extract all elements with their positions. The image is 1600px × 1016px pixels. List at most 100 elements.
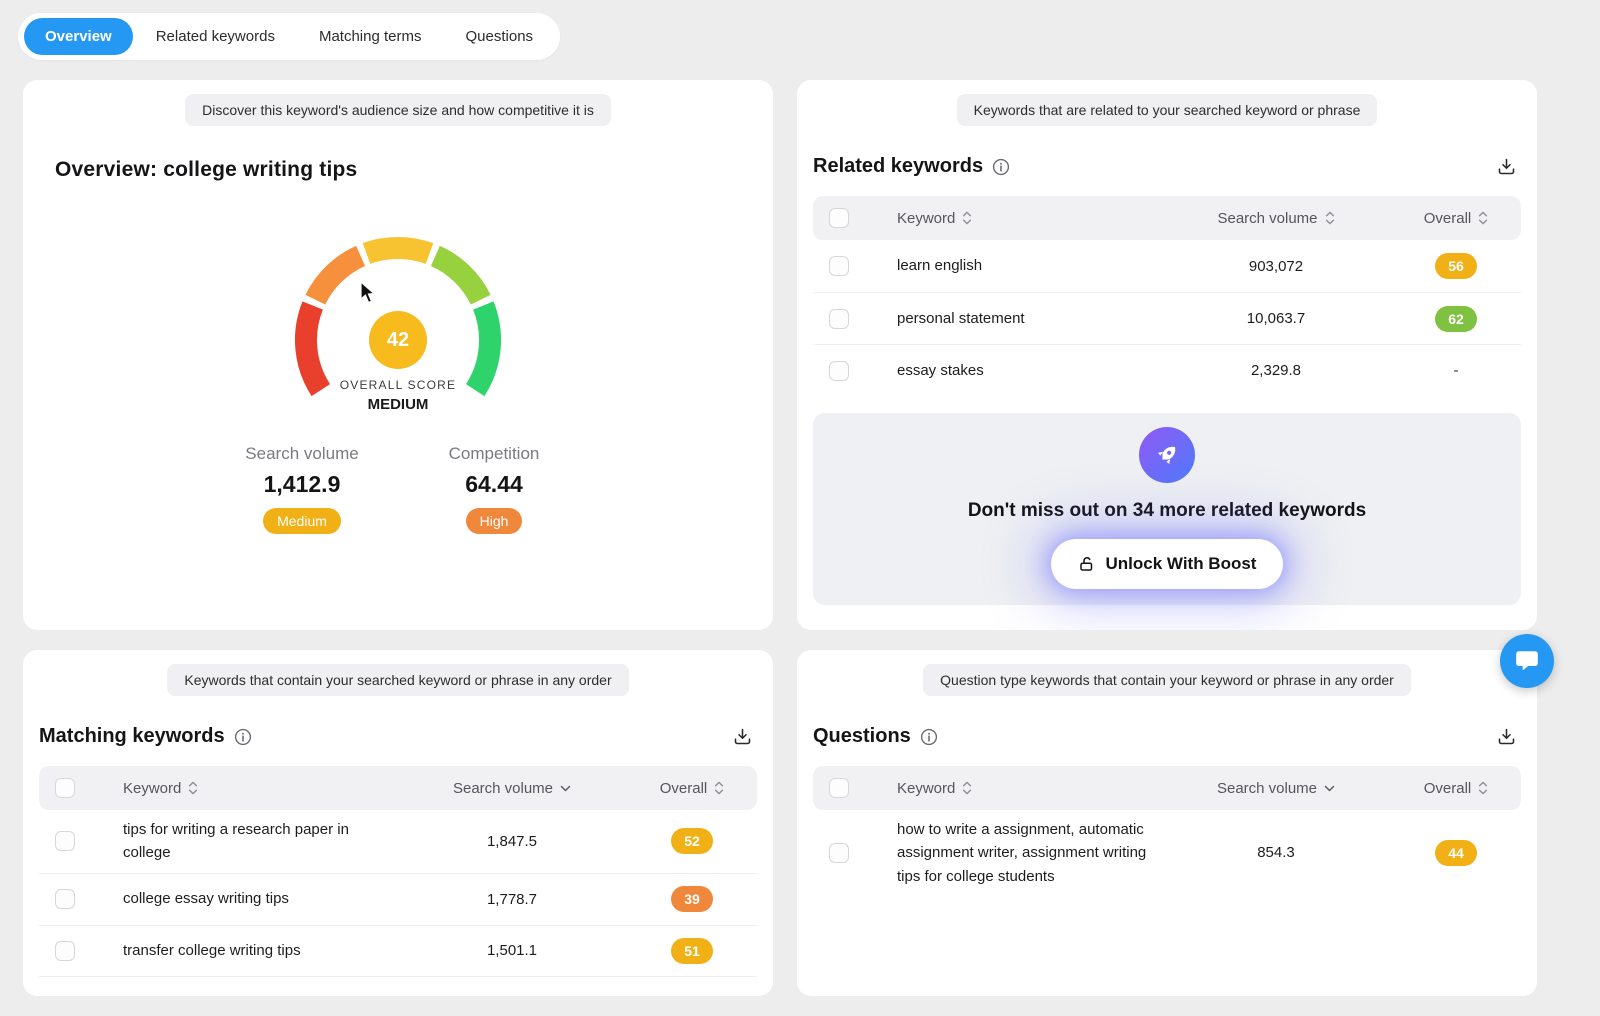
search-volume-cell: 2,329.8 [1161, 362, 1391, 379]
download-icon[interactable] [728, 722, 757, 751]
row-checkbox[interactable] [829, 256, 849, 276]
column-header-keyword[interactable]: Keyword [123, 780, 198, 797]
search-volume-cell: 1,501.1 [397, 942, 627, 959]
matching-keywords-table: Keyword Search volume Overall tips for w… [39, 766, 757, 977]
row-checkbox[interactable] [829, 843, 849, 863]
table-header-row: Keyword Search volume Overall [813, 196, 1521, 240]
keyword-cell: personal statement [881, 307, 1161, 330]
questions-card-hint: Question type keywords that contain your… [923, 664, 1411, 696]
overall-score-pill: 62 [1435, 306, 1477, 332]
overall-score-empty: - [1454, 362, 1459, 379]
sort-desc-icon [560, 785, 571, 792]
search-volume-cell: 1,778.7 [397, 891, 627, 908]
boost-upsell-panel: Don't miss out on 34 more related keywor… [813, 413, 1521, 605]
info-icon[interactable] [234, 728, 252, 746]
row-checkbox[interactable] [55, 889, 75, 909]
select-all-checkbox[interactable] [829, 208, 849, 228]
related-card-title: Related keywords [813, 155, 983, 178]
competition-label: Competition [429, 444, 559, 464]
related-card-hint: Keywords that are related to your search… [957, 94, 1378, 126]
related-keywords-table: Keyword Search volume Overall learn engl… [813, 196, 1521, 396]
chat-bubble-icon [1514, 648, 1540, 674]
overview-card: Discover this keyword's audience size an… [23, 80, 773, 630]
select-all-checkbox[interactable] [55, 778, 75, 798]
tab-questions[interactable]: Questions [445, 18, 555, 55]
row-checkbox[interactable] [829, 309, 849, 329]
overview-title: Overview: college writing tips [55, 158, 749, 182]
table-row: tips for writing a research paper in col… [39, 810, 757, 873]
overall-score-value: 42 [369, 311, 427, 369]
keyword-cell: essay stakes [881, 359, 1161, 382]
overview-card-hint: Discover this keyword's audience size an… [185, 94, 611, 126]
column-header-search-volume[interactable]: Search volume [1217, 210, 1334, 227]
search-volume-cell: 10,063.7 [1161, 310, 1391, 327]
tab-overview[interactable]: Overview [24, 18, 133, 55]
overall-score-label: OVERALL SCORE [278, 378, 518, 392]
top-tab-bar: Overview Related keywords Matching terms… [18, 13, 560, 60]
gauge-segment-orange [315, 256, 360, 300]
search-volume-label: Search volume [237, 444, 367, 464]
column-header-overall[interactable]: Overall [660, 780, 725, 797]
table-row: personal statement 10,063.7 62 [813, 292, 1521, 344]
select-all-checkbox[interactable] [829, 778, 849, 798]
sort-icon [962, 781, 972, 795]
search-volume-stat: Search volume 1,412.9 Medium [237, 444, 367, 534]
column-header-keyword[interactable]: Keyword [897, 210, 972, 227]
unlock-with-boost-button[interactable]: Unlock With Boost [1051, 539, 1284, 589]
column-header-search-volume[interactable]: Search volume [1217, 780, 1335, 797]
dashboard-grid: Discover this keyword's audience size an… [23, 80, 1537, 996]
gauge-segment-light-green [435, 256, 480, 300]
info-icon[interactable] [920, 728, 938, 746]
sort-icon [188, 781, 198, 795]
search-volume-cell: 854.3 [1161, 844, 1391, 861]
sort-icon [1478, 781, 1488, 795]
overview-stats: Search volume 1,412.9 Medium Competition… [47, 444, 749, 534]
questions-card: Question type keywords that contain your… [797, 650, 1537, 996]
questions-table: Keyword Search volume Overall how to wri… [813, 766, 1521, 896]
column-header-keyword[interactable]: Keyword [897, 780, 972, 797]
overall-score-pill: 52 [671, 828, 713, 854]
tab-related-keywords[interactable]: Related keywords [135, 18, 296, 55]
competition-level-badge: High [466, 508, 523, 534]
competition-stat: Competition 64.44 High [429, 444, 559, 534]
sort-icon [714, 781, 724, 795]
overall-score-gauge: 42 OVERALL SCORE MEDIUM [278, 220, 518, 422]
table-row: college essay writing tips 1,778.7 39 [39, 873, 757, 925]
info-icon[interactable] [992, 158, 1010, 176]
column-header-overall[interactable]: Overall [1424, 210, 1489, 227]
overall-score-pill: 56 [1435, 253, 1477, 279]
column-header-overall[interactable]: Overall [1424, 780, 1489, 797]
keyword-cell: tips for writing a research paper in col… [107, 818, 397, 865]
row-checkbox[interactable] [829, 361, 849, 381]
chat-launcher-button[interactable] [1500, 634, 1554, 688]
row-checkbox[interactable] [55, 831, 75, 851]
matching-keywords-card: Keywords that contain your searched keyw… [23, 650, 773, 996]
table-row: how to write a assignment, automatic ass… [813, 810, 1521, 896]
gauge-segment-yellow [367, 248, 430, 254]
matching-card-title: Matching keywords [39, 725, 225, 748]
row-checkbox[interactable] [55, 941, 75, 961]
search-volume-level-badge: Medium [263, 508, 341, 534]
download-icon[interactable] [1492, 152, 1521, 181]
questions-card-title: Questions [813, 725, 911, 748]
overall-score-pill: 51 [671, 938, 713, 964]
table-row: essay stakes 2,329.8 - [813, 344, 1521, 396]
table-header-row: Keyword Search volume Overall [39, 766, 757, 810]
keyword-cell: transfer college writing tips [107, 939, 397, 962]
matching-card-hint: Keywords that contain your searched keyw… [167, 664, 628, 696]
overall-score-level: MEDIUM [278, 396, 518, 413]
download-icon[interactable] [1492, 722, 1521, 751]
column-header-search-volume[interactable]: Search volume [453, 780, 571, 797]
table-header-row: Keyword Search volume Overall [813, 766, 1521, 810]
table-row: transfer college writing tips 1,501.1 51 [39, 925, 757, 977]
sort-desc-icon [1324, 785, 1335, 792]
upsell-message: Don't miss out on 34 more related keywor… [833, 500, 1501, 522]
unlock-icon [1078, 555, 1096, 573]
related-keywords-card: Keywords that are related to your search… [797, 80, 1537, 630]
overall-score-pill: 39 [671, 886, 713, 912]
sort-icon [1325, 211, 1335, 225]
tab-matching-terms[interactable]: Matching terms [298, 18, 443, 55]
search-volume-value: 1,412.9 [237, 471, 367, 498]
sort-icon [962, 211, 972, 225]
sort-icon [1478, 211, 1488, 225]
